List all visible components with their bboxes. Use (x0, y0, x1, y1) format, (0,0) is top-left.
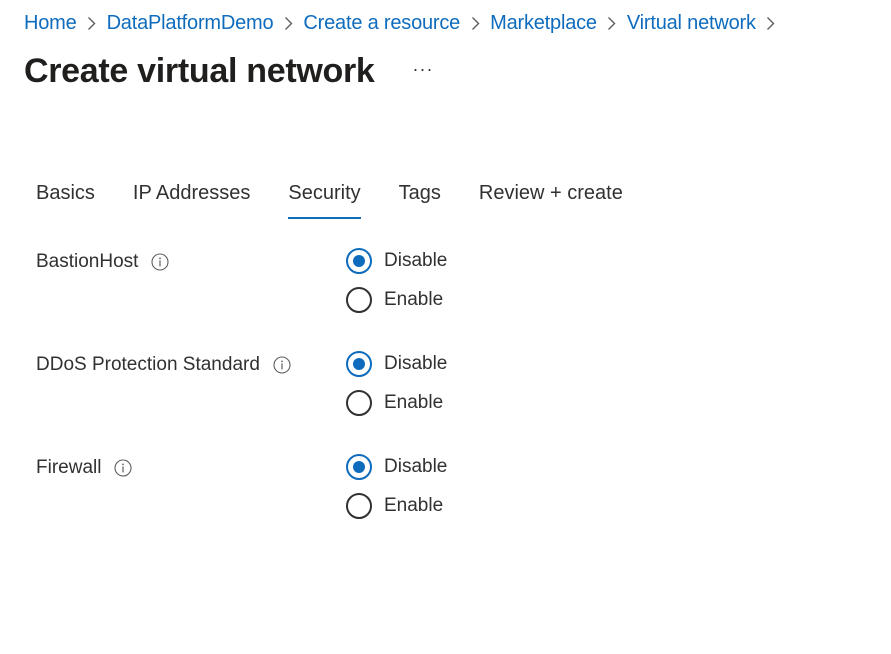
firewall-radio-group: Disable Enable (346, 447, 447, 525)
breadcrumb-virtual-network[interactable]: Virtual network (627, 12, 756, 35)
radio-label: Enable (384, 494, 444, 516)
radio-label: Disable (384, 455, 448, 477)
tab-tags[interactable]: Tags (399, 182, 441, 219)
tab-review-create[interactable]: Review + create (479, 182, 623, 219)
breadcrumb-dataplatformdemo[interactable]: DataPlatformDemo (107, 12, 274, 35)
page-title: Create virtual network (24, 52, 375, 90)
tab-security[interactable]: Security (288, 182, 361, 219)
radio-option-enable[interactable]: Enable (346, 383, 447, 422)
tab-basics[interactable]: Basics (36, 182, 95, 219)
radio-button[interactable] (346, 492, 372, 519)
field-label-container: DDoS Protection Standard (36, 354, 292, 376)
chevron-right-icon (77, 12, 107, 35)
radio-label: Disable (384, 249, 448, 271)
chevron-right-icon (597, 12, 627, 35)
radio-option-disable[interactable]: Disable (346, 241, 447, 280)
field-label-container: Firewall (36, 457, 133, 479)
radio-button[interactable] (346, 286, 372, 313)
bastionhost-radio-group: Disable Enable (346, 241, 447, 319)
radio-button-checked[interactable] (346, 453, 372, 480)
field-label: DDoS Protection Standard (36, 354, 260, 375)
radio-option-enable[interactable]: Enable (346, 280, 447, 319)
radio-option-enable[interactable]: Enable (346, 486, 447, 525)
breadcrumb-home[interactable]: Home (24, 12, 77, 35)
tab-bar: Basics IP Addresses Security Tags Review… (36, 182, 661, 219)
radio-option-disable[interactable]: Disable (346, 447, 447, 486)
chevron-right-icon (273, 12, 303, 35)
radio-button[interactable] (346, 389, 372, 416)
radio-label: Disable (384, 352, 448, 374)
radio-label: Enable (384, 391, 444, 413)
info-icon[interactable] (150, 252, 170, 272)
breadcrumb: Home DataPlatformDemo Create a resource … (24, 12, 786, 35)
radio-label: Enable (384, 288, 444, 310)
chevron-right-icon (756, 12, 786, 35)
radio-button-checked[interactable] (346, 350, 372, 377)
chevron-right-icon (460, 12, 490, 35)
more-options-button[interactable]: ··· (413, 59, 434, 80)
page-header: Create virtual network ··· (24, 52, 434, 91)
info-icon[interactable] (272, 355, 292, 375)
radio-button-checked[interactable] (346, 247, 372, 274)
field-label: Firewall (36, 457, 102, 478)
ddos-radio-group: Disable Enable (346, 344, 447, 422)
info-icon[interactable] (113, 458, 133, 478)
breadcrumb-marketplace[interactable]: Marketplace (490, 12, 597, 35)
field-label-container: BastionHost (36, 251, 170, 273)
radio-option-disable[interactable]: Disable (346, 344, 447, 383)
breadcrumb-create-a-resource[interactable]: Create a resource (303, 12, 460, 35)
field-label: BastionHost (36, 251, 139, 272)
tab-ip-addresses[interactable]: IP Addresses (133, 182, 250, 219)
